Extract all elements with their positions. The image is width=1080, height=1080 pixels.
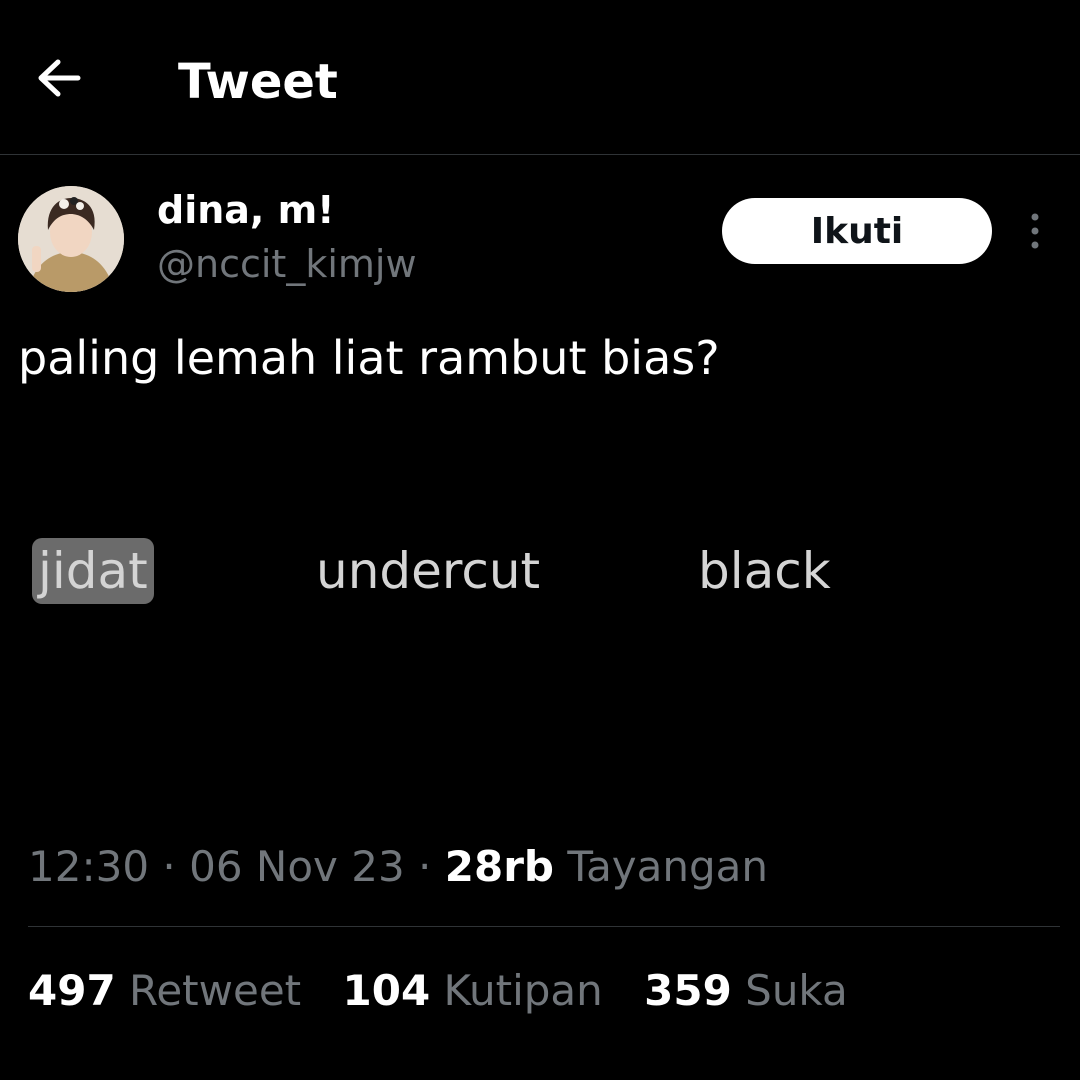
- tweet-metadata: 12:30 · 06 Nov 23 · 28rb Tayangan: [28, 838, 768, 896]
- likes-stat[interactable]: 359 Suka: [644, 966, 848, 1015]
- quotes-count: 104: [342, 966, 431, 1015]
- profile-photo: [18, 186, 124, 292]
- quotes-stat[interactable]: 104 Kutipan: [343, 966, 603, 1015]
- quotes-label: Kutipan: [443, 966, 603, 1015]
- avatar[interactable]: [18, 186, 124, 292]
- separator: ·: [162, 842, 176, 891]
- divider: [28, 926, 1060, 927]
- option-black[interactable]: black: [698, 538, 831, 604]
- back-button[interactable]: [30, 52, 88, 104]
- follow-button[interactable]: Ikuti: [722, 198, 992, 264]
- views-label: Tayangan: [567, 842, 769, 891]
- tweet-time[interactable]: 12:30: [28, 842, 149, 891]
- page-title: Tweet: [178, 54, 338, 110]
- author-handle[interactable]: @nccit_kimjw: [157, 240, 417, 288]
- vertical-ellipsis-icon: [1031, 213, 1039, 249]
- option-undercut[interactable]: undercut: [316, 538, 540, 604]
- engagement-stats: 497 Retweet 104 Kutipan 359 Suka: [28, 962, 876, 1020]
- author-display-name[interactable]: dina, m!: [157, 186, 335, 234]
- likes-label: Suka: [745, 966, 848, 1015]
- tweet-text: paling lemah liat rambut bias?: [18, 331, 720, 385]
- views-count: 28rb: [444, 842, 554, 891]
- top-bar: Tweet: [0, 0, 1080, 155]
- retweets-label: Retweet: [129, 966, 302, 1015]
- tweet-date[interactable]: 06 Nov 23: [189, 842, 405, 891]
- arrow-left-icon: [38, 59, 81, 97]
- retweets-stat[interactable]: 497 Retweet: [28, 966, 301, 1015]
- separator: ·: [418, 842, 432, 891]
- more-options-button[interactable]: [1016, 206, 1054, 256]
- retweets-count: 497: [28, 966, 116, 1015]
- likes-count: 359: [644, 966, 732, 1015]
- option-jidat[interactable]: jidat: [32, 538, 154, 604]
